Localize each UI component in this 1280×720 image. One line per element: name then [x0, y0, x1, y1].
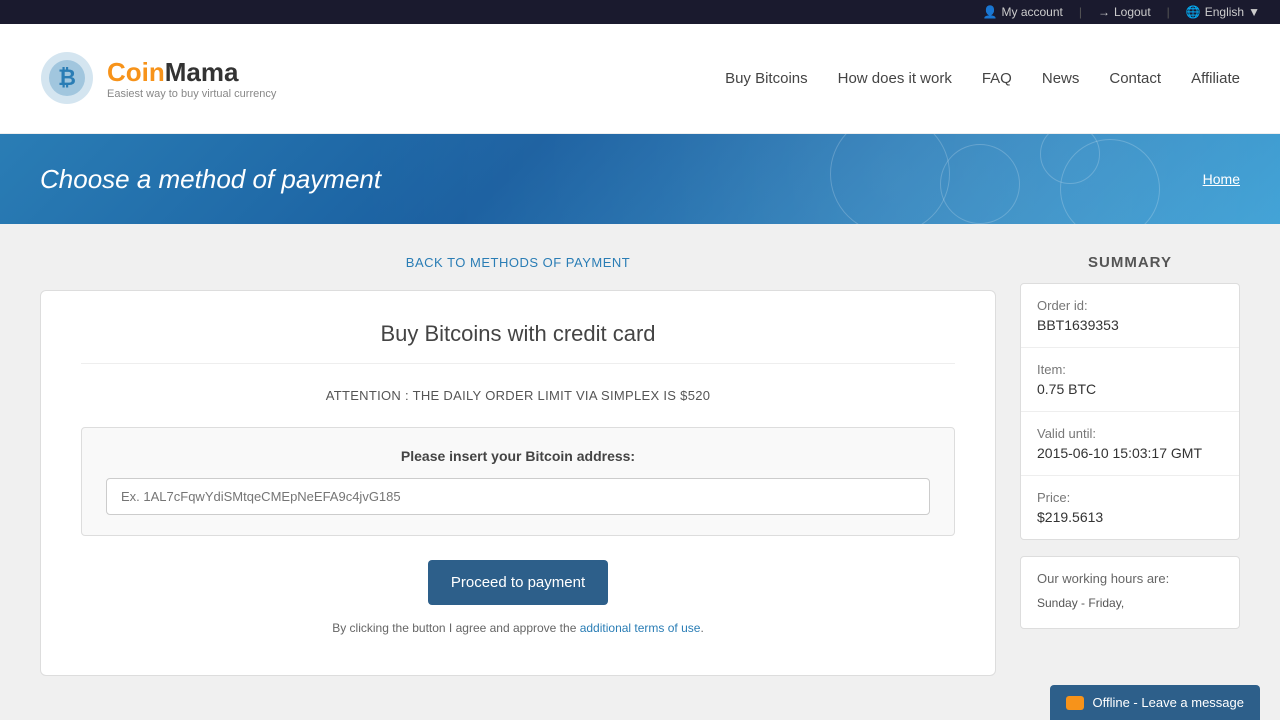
page-title: Choose a method of payment: [40, 164, 381, 195]
working-hours-title: Our working hours are:: [1037, 571, 1223, 586]
svg-text:₿: ₿: [58, 65, 76, 90]
working-hours-row1: Sunday - Friday,: [1037, 596, 1223, 610]
chat-icon: [1066, 696, 1084, 710]
chat-label: Offline - Leave a message: [1092, 695, 1244, 710]
chevron-down-icon: ▼: [1248, 5, 1260, 19]
top-bar: 👤 My account | → Logout | 🌐 English ▼: [0, 0, 1280, 24]
nav-affiliate[interactable]: Affiliate: [1191, 70, 1240, 87]
chat-widget[interactable]: Offline - Leave a message: [1050, 685, 1260, 720]
working-hours: Our working hours are: Sunday - Friday,: [1020, 556, 1240, 629]
logo-icon: ₿: [40, 51, 95, 106]
nav-news[interactable]: News: [1042, 70, 1080, 87]
terms-text: By clicking the button I agree and appro…: [81, 621, 955, 635]
payment-card-title: Buy Bitcoins with credit card: [81, 321, 955, 364]
breadcrumb-home[interactable]: Home: [1203, 171, 1240, 187]
summary-sidebar: SUMMARY Order id: BBT1639353 Item: 0.75 …: [1020, 254, 1240, 676]
back-link-container: BACK TO METHODS OF PAYMENT: [40, 254, 996, 270]
logo-name: CoinMama: [107, 57, 276, 88]
logout-icon: →: [1098, 5, 1110, 19]
summary-valid-until: Valid until: 2015-06-10 15:03:17 GMT: [1021, 412, 1239, 476]
person-icon: 👤: [983, 5, 998, 19]
logo[interactable]: ₿ CoinMama Easiest way to buy virtual cu…: [40, 51, 276, 106]
address-label: Please insert your Bitcoin address:: [106, 448, 930, 464]
nav-buy-bitcoins[interactable]: Buy Bitcoins: [725, 70, 808, 87]
summary-card: Order id: BBT1639353 Item: 0.75 BTC Vali…: [1020, 283, 1240, 540]
hero-banner: Choose a method of payment Home: [0, 134, 1280, 224]
summary-price: Price: $219.5613: [1021, 476, 1239, 539]
left-section: BACK TO METHODS OF PAYMENT Buy Bitcoins …: [40, 254, 996, 676]
nav-how-it-works[interactable]: How does it work: [838, 70, 952, 87]
attention-text: ATTENTION : THE DAILY ORDER LIMIT VIA SI…: [81, 388, 955, 403]
nav-contact[interactable]: Contact: [1109, 70, 1161, 87]
summary-item: Item: 0.75 BTC: [1021, 348, 1239, 412]
my-account-link[interactable]: 👤 My account: [983, 5, 1063, 19]
proceed-to-payment-button[interactable]: Proceed to payment: [428, 560, 608, 605]
summary-order-id: Order id: BBT1639353: [1021, 284, 1239, 348]
header: ₿ CoinMama Easiest way to buy virtual cu…: [0, 24, 1280, 134]
logo-tagline: Easiest way to buy virtual currency: [107, 88, 276, 100]
bitcoin-address-input[interactable]: [106, 478, 930, 515]
terms-link[interactable]: additional terms of use: [580, 621, 701, 635]
language-selector[interactable]: 🌐 English ▼: [1186, 5, 1260, 19]
logout-link[interactable]: → Logout: [1098, 5, 1151, 19]
back-to-methods-link[interactable]: BACK TO METHODS OF PAYMENT: [406, 255, 630, 270]
main-nav: Buy Bitcoins How does it work FAQ News C…: [725, 70, 1240, 87]
summary-title: SUMMARY: [1020, 254, 1240, 271]
banner-decoration: [780, 134, 1180, 224]
nav-faq[interactable]: FAQ: [982, 70, 1012, 87]
logo-text: CoinMama Easiest way to buy virtual curr…: [107, 57, 276, 100]
globe-icon: 🌐: [1186, 5, 1201, 19]
address-box: Please insert your Bitcoin address:: [81, 427, 955, 536]
main-content: BACK TO METHODS OF PAYMENT Buy Bitcoins …: [0, 224, 1280, 706]
payment-card: Buy Bitcoins with credit card ATTENTION …: [40, 290, 996, 676]
